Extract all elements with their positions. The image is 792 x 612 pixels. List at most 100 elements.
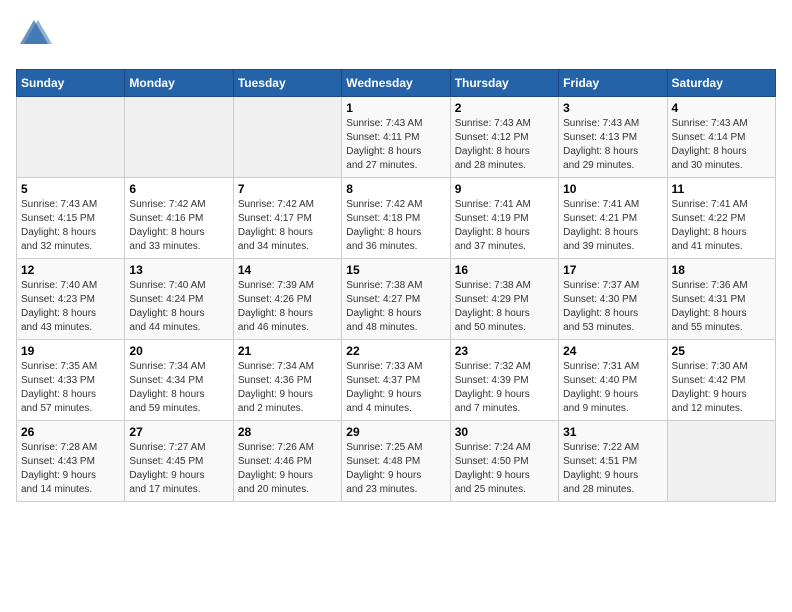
- day-number: 26: [21, 425, 120, 439]
- day-info: Sunrise: 7:38 AM Sunset: 4:27 PM Dayligh…: [346, 279, 445, 335]
- day-info: Sunrise: 7:24 AM Sunset: 4:50 PM Dayligh…: [455, 441, 554, 497]
- calendar-table: SundayMondayTuesdayWednesdayThursdayFrid…: [16, 69, 776, 502]
- day-number: 25: [672, 344, 771, 358]
- day-info: Sunrise: 7:43 AM Sunset: 4:12 PM Dayligh…: [455, 117, 554, 173]
- day-info: Sunrise: 7:27 AM Sunset: 4:45 PM Dayligh…: [129, 441, 228, 497]
- day-number: 11: [672, 182, 771, 196]
- day-header-thursday: Thursday: [450, 70, 558, 97]
- calendar-cell: 17Sunrise: 7:37 AM Sunset: 4:30 PM Dayli…: [559, 259, 667, 340]
- calendar-cell: [667, 421, 775, 502]
- calendar-cell: 6 Sunrise: 7:42 AM Sunset: 4:16 PM Daylig…: [125, 178, 233, 259]
- day-number: 1: [346, 101, 445, 115]
- day-number: 18: [672, 263, 771, 277]
- day-number: 28: [238, 425, 337, 439]
- day-info: Sunrise: 7:31 AM Sunset: 4:40 PM Dayligh…: [563, 360, 662, 416]
- day-number: 6: [129, 182, 228, 196]
- day-number: 16: [455, 263, 554, 277]
- calendar-cell: 8 Sunrise: 7:42 AM Sunset: 4:18 PM Daylig…: [342, 178, 450, 259]
- week-row-2: 5 Sunrise: 7:43 AM Sunset: 4:15 PM Daylig…: [17, 178, 776, 259]
- day-info: Sunrise: 7:42 AM Sunset: 4:17 PM Dayligh…: [238, 198, 337, 254]
- day-number: 29: [346, 425, 445, 439]
- day-number: 22: [346, 344, 445, 358]
- day-info: Sunrise: 7:43 AM Sunset: 4:11 PM Dayligh…: [346, 117, 445, 173]
- day-number: 19: [21, 344, 120, 358]
- day-info: Sunrise: 7:41 AM Sunset: 4:22 PM Dayligh…: [672, 198, 771, 254]
- day-number: 23: [455, 344, 554, 358]
- day-info: Sunrise: 7:41 AM Sunset: 4:19 PM Dayligh…: [455, 198, 554, 254]
- calendar-cell: 1 Sunrise: 7:43 AM Sunset: 4:11 PM Daylig…: [342, 97, 450, 178]
- day-info: Sunrise: 7:36 AM Sunset: 4:31 PM Dayligh…: [672, 279, 771, 335]
- day-info: Sunrise: 7:33 AM Sunset: 4:37 PM Dayligh…: [346, 360, 445, 416]
- logo: [16, 16, 52, 57]
- calendar-cell: 14 Sunrise: 7:39 AM Sunset: 4:26 PM Dayli…: [233, 259, 341, 340]
- day-info: Sunrise: 7:42 AM Sunset: 4:16 PM Dayligh…: [129, 198, 228, 254]
- calendar-cell: 21 Sunrise: 7:34 AM Sunset: 4:36 PM Dayli…: [233, 340, 341, 421]
- calendar-cell: [125, 97, 233, 178]
- calendar-cell: 30Sunrise: 7:24 AM Sunset: 4:50 PM Dayli…: [450, 421, 558, 502]
- day-info: Sunrise: 7:34 AM Sunset: 4:36 PM Dayligh…: [238, 360, 337, 416]
- calendar-cell: 28 Sunrise: 7:26 AM Sunset: 4:46 PM Dayli…: [233, 421, 341, 502]
- day-info: Sunrise: 7:38 AM Sunset: 4:29 PM Dayligh…: [455, 279, 554, 335]
- day-header-saturday: Saturday: [667, 70, 775, 97]
- calendar-cell: 15 Sunrise: 7:38 AM Sunset: 4:27 PM Dayli…: [342, 259, 450, 340]
- day-info: Sunrise: 7:34 AM Sunset: 4:34 PM Dayligh…: [129, 360, 228, 416]
- day-number: 4: [672, 101, 771, 115]
- day-number: 15: [346, 263, 445, 277]
- calendar-cell: 24 Sunrise: 7:31 AM Sunset: 4:40 PM Dayli…: [559, 340, 667, 421]
- calendar-cell: 3 Sunrise: 7:43 AM Sunset: 4:13 PM Daylig…: [559, 97, 667, 178]
- week-row-4: 19 Sunrise: 7:35 AM Sunset: 4:33 PM Dayli…: [17, 340, 776, 421]
- day-info: Sunrise: 7:42 AM Sunset: 4:18 PM Dayligh…: [346, 198, 445, 254]
- day-info: Sunrise: 7:37 AM Sunset: 4:30 PM Dayligh…: [563, 279, 662, 335]
- calendar-cell: 13Sunrise: 7:40 AM Sunset: 4:24 PM Dayli…: [125, 259, 233, 340]
- logo-icon: [16, 16, 52, 52]
- day-info: Sunrise: 7:25 AM Sunset: 4:48 PM Dayligh…: [346, 441, 445, 497]
- day-number: 3: [563, 101, 662, 115]
- day-number: 7: [238, 182, 337, 196]
- calendar-cell: [17, 97, 125, 178]
- day-number: 21: [238, 344, 337, 358]
- header: [16, 16, 776, 57]
- calendar-cell: 2Sunrise: 7:43 AM Sunset: 4:12 PM Daylig…: [450, 97, 558, 178]
- day-number: 9: [455, 182, 554, 196]
- day-info: Sunrise: 7:28 AM Sunset: 4:43 PM Dayligh…: [21, 441, 120, 497]
- day-header-tuesday: Tuesday: [233, 70, 341, 97]
- day-number: 5: [21, 182, 120, 196]
- calendar-cell: 9 Sunrise: 7:41 AM Sunset: 4:19 PM Daylig…: [450, 178, 558, 259]
- day-number: 8: [346, 182, 445, 196]
- calendar-cell: 4 Sunrise: 7:43 AM Sunset: 4:14 PM Daylig…: [667, 97, 775, 178]
- day-info: Sunrise: 7:39 AM Sunset: 4:26 PM Dayligh…: [238, 279, 337, 335]
- day-header-sunday: Sunday: [17, 70, 125, 97]
- calendar-cell: 7 Sunrise: 7:42 AM Sunset: 4:17 PM Daylig…: [233, 178, 341, 259]
- calendar-cell: 20 Sunrise: 7:34 AM Sunset: 4:34 PM Dayli…: [125, 340, 233, 421]
- calendar-cell: 12 Sunrise: 7:40 AM Sunset: 4:23 PM Dayli…: [17, 259, 125, 340]
- calendar-cell: [233, 97, 341, 178]
- day-number: 10: [563, 182, 662, 196]
- calendar-cell: 31 Sunrise: 7:22 AM Sunset: 4:51 PM Dayli…: [559, 421, 667, 502]
- day-info: Sunrise: 7:30 AM Sunset: 4:42 PM Dayligh…: [672, 360, 771, 416]
- calendar-cell: 23Sunrise: 7:32 AM Sunset: 4:39 PM Dayli…: [450, 340, 558, 421]
- day-number: 27: [129, 425, 228, 439]
- calendar-cell: 19 Sunrise: 7:35 AM Sunset: 4:33 PM Dayli…: [17, 340, 125, 421]
- week-row-1: 1 Sunrise: 7:43 AM Sunset: 4:11 PM Daylig…: [17, 97, 776, 178]
- day-number: 12: [21, 263, 120, 277]
- calendar-cell: 29 Sunrise: 7:25 AM Sunset: 4:48 PM Dayli…: [342, 421, 450, 502]
- week-row-3: 12 Sunrise: 7:40 AM Sunset: 4:23 PM Dayli…: [17, 259, 776, 340]
- calendar-cell: 26 Sunrise: 7:28 AM Sunset: 4:43 PM Dayli…: [17, 421, 125, 502]
- day-info: Sunrise: 7:22 AM Sunset: 4:51 PM Dayligh…: [563, 441, 662, 497]
- day-info: Sunrise: 7:26 AM Sunset: 4:46 PM Dayligh…: [238, 441, 337, 497]
- week-row-5: 26 Sunrise: 7:28 AM Sunset: 4:43 PM Dayli…: [17, 421, 776, 502]
- day-number: 24: [563, 344, 662, 358]
- day-info: Sunrise: 7:43 AM Sunset: 4:15 PM Dayligh…: [21, 198, 120, 254]
- calendar-cell: 5 Sunrise: 7:43 AM Sunset: 4:15 PM Daylig…: [17, 178, 125, 259]
- day-header-wednesday: Wednesday: [342, 70, 450, 97]
- day-header-monday: Monday: [125, 70, 233, 97]
- day-number: 20: [129, 344, 228, 358]
- day-number: 31: [563, 425, 662, 439]
- day-info: Sunrise: 7:41 AM Sunset: 4:21 PM Dayligh…: [563, 198, 662, 254]
- day-info: Sunrise: 7:35 AM Sunset: 4:33 PM Dayligh…: [21, 360, 120, 416]
- day-number: 14: [238, 263, 337, 277]
- day-info: Sunrise: 7:43 AM Sunset: 4:13 PM Dayligh…: [563, 117, 662, 173]
- day-info: Sunrise: 7:43 AM Sunset: 4:14 PM Dayligh…: [672, 117, 771, 173]
- day-info: Sunrise: 7:40 AM Sunset: 4:23 PM Dayligh…: [21, 279, 120, 335]
- header-row: SundayMondayTuesdayWednesdayThursdayFrid…: [17, 70, 776, 97]
